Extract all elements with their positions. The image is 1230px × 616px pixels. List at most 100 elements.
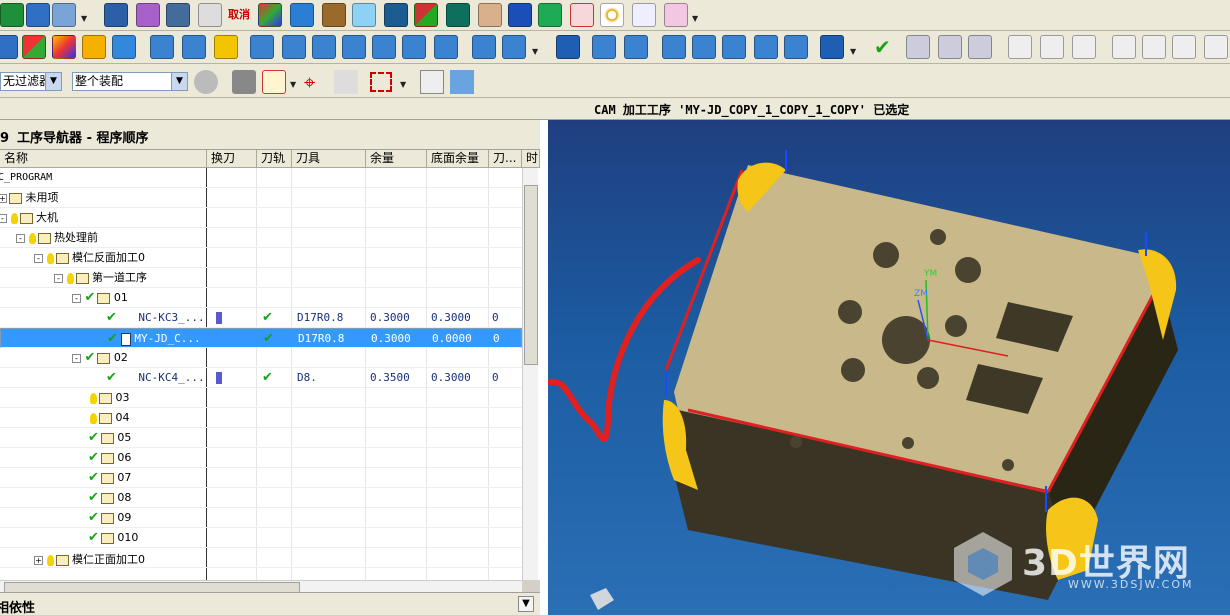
dropdown-arrow-icon[interactable]: ▼ [850,47,856,56]
cylinder-icon[interactable] [322,3,346,27]
box-select-icon[interactable] [370,72,392,92]
sheet-icon[interactable] [52,3,76,27]
tree-row-010[interactable]: ✔ 010 [0,528,522,548]
box-icon[interactable] [384,3,408,27]
target-icon[interactable] [600,3,624,27]
dropdown-arrow-icon[interactable]: ▼ [532,47,538,56]
ops-list-icon[interactable] [968,35,992,59]
shaded-icon[interactable] [290,3,314,27]
solid-color-icon[interactable] [258,3,282,27]
verify-icon[interactable] [342,35,366,59]
column-header-tool-number[interactable]: 刀... [489,150,522,168]
dropdown-arrow-icon[interactable]: ▼ [290,80,296,89]
tree-row-06[interactable]: ✔ 06 [0,448,522,468]
dropdown-arrow-icon[interactable]: ▼ [400,80,406,89]
dropdown-arrow-icon[interactable]: ▼ [81,14,87,23]
info-icon[interactable] [556,35,580,59]
collapse-icon[interactable]: - [54,273,63,283]
part-green-icon[interactable] [0,3,24,27]
collapse-icon[interactable]: - [34,253,43,263]
expand-icon[interactable]: + [34,555,43,565]
tree-row-back-side[interactable]: - 模仁反面加工0 [0,248,522,268]
create-tool-icon[interactable] [22,35,46,59]
filter-select[interactable]: 无过滤器 ▼ [0,72,62,91]
cancel-text-icon[interactable]: 取消 [228,3,252,27]
tree-row-nc-program[interactable]: NC_PROGRAM [0,168,522,188]
cube-blue-icon[interactable] [508,3,532,27]
tree-row-07[interactable]: ✔ 07 [0,468,522,488]
dependencies-panel-header[interactable]: 相依性 ▼ [0,592,540,616]
wand-icon[interactable] [784,35,808,59]
column-header-stock[interactable]: 余量 [366,150,427,168]
create-geometry-icon[interactable] [52,35,76,59]
table-icon[interactable] [692,35,716,59]
tree-row-01[interactable]: - ✔ 01 [0,288,522,308]
view-program-icon[interactable] [150,35,174,59]
create-operation-icon[interactable] [112,35,136,59]
component-icon[interactable] [136,3,160,27]
face-icon[interactable] [570,3,594,27]
cylinder-pink-icon[interactable] [664,3,688,27]
list-icon[interactable] [198,3,222,27]
list-toolpath-icon[interactable] [312,35,336,59]
tree-row-04[interactable]: 04 [0,408,522,428]
cube-red-green-icon[interactable] [414,3,438,27]
tree-row-03[interactable]: 03 [0,388,522,408]
collapse-icon[interactable]: - [0,213,7,223]
vertical-scrollbar[interactable] [522,168,538,580]
column-header-tool-change[interactable]: 换刀 [207,150,257,168]
column-header-name[interactable]: 名称 [0,150,207,168]
view-tool-icon[interactable] [182,35,206,59]
cycle-icon[interactable] [722,35,746,59]
assembly-filter-icon[interactable] [194,70,218,94]
cls-icon[interactable] [662,35,686,59]
pointer-icon[interactable] [632,3,656,27]
chevron-down-icon[interactable]: ▼ [171,73,187,90]
window-icon[interactable] [1040,35,1064,59]
cube-green-icon[interactable] [538,3,562,27]
tree-row-08[interactable]: ✔ 08 [0,488,522,508]
column-header-floor-stock[interactable]: 底面余量 [427,150,489,168]
tree-row-05[interactable]: ✔ 05 [0,428,522,448]
tree-row-front-side[interactable]: + 模仁正面加工0 [0,548,522,568]
collapse-icon[interactable]: - [72,353,81,363]
tree-row-09[interactable]: ✔ 09 [0,508,522,528]
collapse-icon[interactable]: - [16,233,25,243]
plane-icon[interactable] [352,3,376,27]
collapse-icon[interactable]: - [72,293,81,303]
ops-tree-icon[interactable] [938,35,962,59]
assembly-icon[interactable] [104,3,128,27]
simulate-icon[interactable] [372,35,396,59]
gear-icon[interactable] [820,35,844,59]
checkmark-icon[interactable]: ✔ [874,35,898,59]
flag-icon[interactable] [1008,35,1032,59]
shop-doc-icon[interactable] [624,35,648,59]
chevron-down-icon[interactable]: ▼ [45,73,61,90]
machine-icon[interactable] [402,35,426,59]
select-wrench-icon[interactable] [232,70,256,94]
snap-point-icon[interactable]: ⌖ [304,70,328,94]
tree-row-02[interactable]: - ✔ 02 [0,348,522,368]
view-geometry-icon[interactable] [214,35,238,59]
part-navigator-icon[interactable] [26,3,50,27]
tree-row-pre-heat[interactable]: - 热处理前 [0,228,522,248]
assembly-select[interactable]: 整个装配 ▼ [72,72,188,91]
surface-icon[interactable] [166,3,190,27]
transform-icon[interactable] [472,35,496,59]
doc-list-icon[interactable] [1112,35,1136,59]
expand-icon[interactable]: + [0,193,7,203]
crosshair-select-icon[interactable] [262,70,286,94]
mascot-icon[interactable] [478,3,502,27]
tree-row-op-my-jd[interactable]: ✔ MY-JD_C... ✔ D17R0.8 0.3000 0.0000 0 [0,328,522,348]
tree-row-unused[interactable]: + 未用项 [0,188,522,208]
column-header-tool[interactable]: 刀具 [292,150,366,168]
hand-arrow-icon[interactable] [1142,35,1166,59]
grid-icon[interactable] [754,35,778,59]
dropdown-arrow-icon[interactable]: ▼ [692,14,698,23]
tree-row-big-machine[interactable]: - 大机 [0,208,522,228]
view-shaded-icon[interactable] [450,70,474,94]
ops-check-icon[interactable] [906,35,930,59]
column-header-time[interactable]: 时 [522,150,540,168]
chevron-down-icon[interactable]: ▼ [518,596,534,612]
name-icon[interactable] [434,35,458,59]
